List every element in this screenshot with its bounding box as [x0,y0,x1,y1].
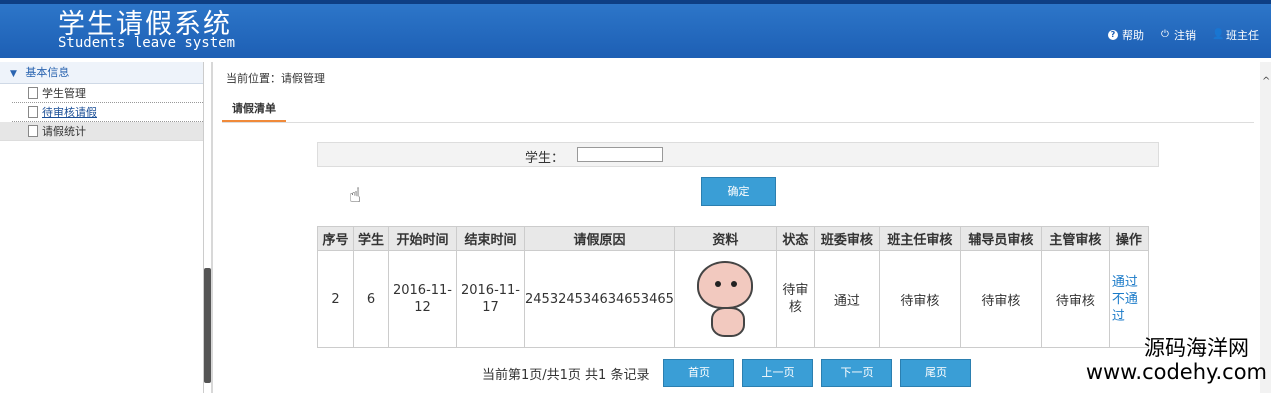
breadcrumb: 当前位置：请假管理 [226,72,325,85]
col-header-action: 操作 [1108,226,1149,251]
student-search-input[interactable] [577,147,663,162]
pig-body [711,307,746,337]
power-icon: ⏻ [1161,29,1169,40]
splitter-line [211,62,213,393]
col-header-counselor: 辅导员审核 [959,226,1042,251]
confirm-button[interactable]: 确定 [701,177,776,206]
brand-logo: 学生请假系统 Students leave system [58,10,236,51]
first-page-button[interactable]: 首页 [663,359,735,387]
cell-supervisor-review: 待审核 [1040,250,1110,348]
sidebar-item-label: 待审核请假 [42,105,97,119]
sidebar-splitter-handle[interactable] [204,268,211,383]
col-header-reason: 请假原因 [524,226,675,251]
table-header-row: 序号 学生 开始时间 结束时间 请假原因 资料 状态 班委审核 班主任审核 辅导… [317,226,1149,251]
cell-start: 2016-11-12 [388,250,457,348]
sidebar-item-student-management[interactable]: 学生管理 [12,84,203,103]
col-header-id: 序号 [317,226,354,251]
col-header-status: 状态 [775,226,815,251]
help-label: 帮助 [1122,29,1144,42]
cell-student: 6 [353,250,389,348]
cell-actions: 通过 不通过 [1108,250,1149,348]
last-page-button[interactable]: 尾页 [900,359,972,387]
col-header-supervisor: 主管审核 [1040,226,1110,251]
approve-link[interactable]: 通过 [1110,274,1148,291]
tab-leave-list[interactable]: 请假清单 [222,98,286,122]
caret-down-icon: ▼ [10,69,17,79]
sidebar-item-pending-leave[interactable]: 待审核请假 [12,103,203,122]
user-link[interactable]: 👤 班主任 [1212,27,1259,43]
sidebar-item-label: 学生管理 [42,86,86,100]
col-header-material: 资料 [673,226,777,251]
cell-teacher-review: 待审核 [878,250,961,348]
watermark-cn: 源码海洋网 [1144,336,1249,360]
col-header-end: 结束时间 [456,226,525,251]
header-links: ? 帮助 ⏻ 注销 👤 班主任 [1108,27,1259,43]
sidebar-item-label: 请假统计 [42,124,86,138]
app-header: 学生请假系统 Students leave system ? 帮助 ⏻ 注销 👤… [0,0,1271,58]
sidebar-section-basic-info[interactable]: ▼ 基本信息 [0,62,203,84]
pagination: 当前第1页/共1页 共1 条记录 首页 上一页 下一页 尾页 [482,359,972,387]
document-icon [28,106,38,118]
col-header-teacher: 班主任审核 [878,226,961,251]
tab-divider [222,122,1254,123]
material-image[interactable] [691,255,759,343]
cell-monitor-review: 通过 [813,250,880,348]
sidebar-item-leave-statistics[interactable]: 请假统计 [0,122,203,141]
table-row: 2 6 2016-11-12 2016-11-17 24532453463465… [317,250,1149,348]
sidebar: ▼ 基本信息 学生管理 待审核请假 请假统计 [0,62,204,393]
cell-counselor-review: 待审核 [959,250,1042,348]
document-icon [28,87,38,99]
cell-material [673,250,777,348]
watermark-en: www.codehy.com [1085,360,1267,384]
prev-page-button[interactable]: 上一页 [742,359,814,387]
watermark: 源码海洋网 www.codehy.com [1086,336,1267,384]
col-header-start: 开始时间 [388,226,457,251]
logout-link[interactable]: ⏻ 注销 [1160,27,1196,43]
pagination-info: 当前第1页/共1页 共1 条记录 [482,367,650,383]
pig-head [697,261,754,309]
col-header-monitor: 班委审核 [813,226,880,251]
reject-link[interactable]: 不通过 [1110,291,1148,325]
scroll-up-icon[interactable]: ^ [1262,76,1270,87]
hand-cursor-icon: ☝ [349,183,362,207]
student-search-label: 学生： [525,151,565,166]
logout-label: 注销 [1174,29,1196,42]
cell-end: 2016-11-17 [456,250,525,348]
cell-reason: 245324534634653465 [524,250,675,348]
pig-eye [715,281,722,287]
user-label: 班主任 [1226,29,1259,42]
pig-eye [731,281,738,287]
search-bar: 学生： [317,142,1159,167]
help-icon: ? [1108,30,1118,40]
help-link[interactable]: ? 帮助 [1108,27,1144,43]
user-icon: 👤 [1212,29,1225,40]
document-icon [28,125,38,137]
sidebar-section-label: 基本信息 [25,66,70,79]
col-header-student: 学生 [353,226,389,251]
next-page-button[interactable]: 下一页 [821,359,893,387]
cell-id: 2 [317,250,354,348]
leave-table: 序号 学生 开始时间 结束时间 请假原因 资料 状态 班委审核 班主任审核 辅导… [317,226,1149,348]
app-title-en: Students leave system [58,35,236,51]
cell-status: 待审核 [775,250,815,348]
